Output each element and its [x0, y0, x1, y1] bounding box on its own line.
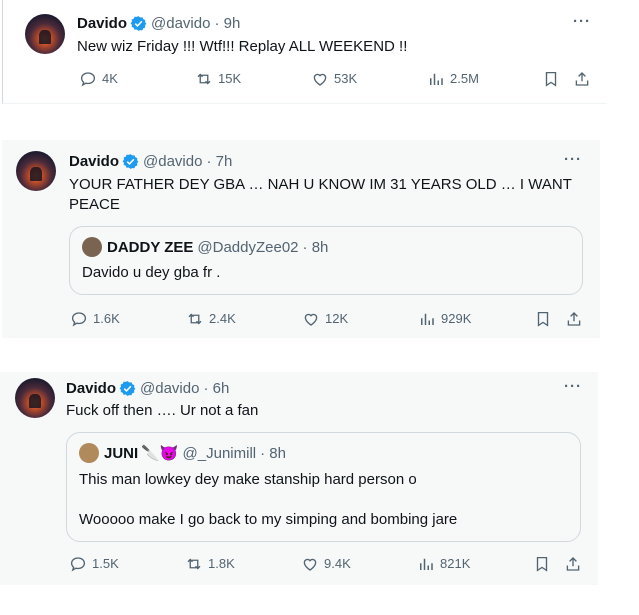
- verified-badge-icon: [122, 154, 139, 169]
- reply-button[interactable]: 1.5K: [69, 555, 119, 573]
- verified-badge-icon: [119, 381, 136, 396]
- post-time[interactable]: · 6h: [203, 380, 229, 397]
- reply-button[interactable]: 1.6K: [70, 310, 120, 328]
- quoted-post-time[interactable]: · 8h: [303, 239, 329, 256]
- views-button[interactable]: 2.5M: [427, 70, 479, 88]
- views-button[interactable]: 821K: [417, 555, 470, 573]
- quoted-text-line: This man lowkey dey make stanship hard p…: [79, 471, 417, 488]
- repost-icon: [187, 558, 201, 570]
- tweet-text-line: YOUR FATHER DEY GBA … NAH U KNOW IM 31 Y…: [69, 176, 572, 193]
- author-name[interactable]: Davido: [69, 153, 119, 170]
- author-handle[interactable]: @davido: [140, 380, 199, 397]
- reply-count: 1.5K: [92, 556, 119, 571]
- view-count: 929K: [441, 311, 472, 326]
- reply-count: 1.6K: [93, 311, 120, 326]
- quoted-tweet[interactable]: DADDY ZEE @DaddyZee02 · 8h Davido u dey …: [69, 226, 583, 295]
- author-handle[interactable]: @davido: [143, 153, 202, 170]
- tweet-card[interactable]: Davido @davido · 7h ··· YOUR FATHER DEY …: [2, 140, 600, 338]
- views-icon: [420, 558, 433, 570]
- heart-icon: [304, 313, 318, 326]
- quoted-author-handle[interactable]: @DaddyZee02: [197, 239, 298, 256]
- share-icon[interactable]: [573, 70, 591, 88]
- tweet-card[interactable]: Davido @davido · 6h ··· Fuck off then ….…: [0, 372, 598, 585]
- repost-button[interactable]: 15K: [195, 70, 241, 88]
- author-name[interactable]: Davido: [66, 380, 116, 397]
- more-options-icon[interactable]: ···: [564, 151, 582, 168]
- more-options-icon[interactable]: ···: [564, 378, 582, 395]
- share-icon[interactable]: [565, 310, 583, 328]
- like-count: 12K: [325, 311, 349, 326]
- quoted-text-line: Wooooo make I go back to my simping and …: [79, 511, 458, 528]
- post-time[interactable]: · 9h: [214, 15, 240, 32]
- quoted-author-name[interactable]: DADDY ZEE: [107, 239, 193, 256]
- repost-icon: [197, 73, 211, 85]
- verified-badge-icon: [130, 16, 147, 31]
- views-icon: [421, 313, 434, 325]
- reply-button[interactable]: 4K: [79, 70, 118, 88]
- like-button[interactable]: 53K: [311, 70, 357, 88]
- reply-icon: [70, 557, 86, 572]
- repost-button[interactable]: 1.8K: [185, 555, 235, 573]
- views-button[interactable]: 929K: [418, 310, 471, 328]
- quoted-avatar[interactable]: [79, 443, 99, 463]
- avatar[interactable]: [15, 378, 55, 418]
- quoted-post-time[interactable]: · 8h: [260, 445, 286, 462]
- repost-icon: [188, 313, 202, 325]
- author-name[interactable]: Davido: [77, 15, 127, 32]
- post-time[interactable]: · 7h: [206, 153, 232, 170]
- author-handle[interactable]: @davido: [151, 15, 210, 32]
- reply-count: 4K: [102, 71, 118, 86]
- tweet-text: New wiz Friday !!! Wtf!!! Replay ALL WEE…: [77, 38, 408, 55]
- repost-count: 1.8K: [208, 556, 235, 571]
- share-icon[interactable]: [564, 555, 582, 573]
- avatar[interactable]: [16, 151, 56, 191]
- quoted-author-name[interactable]: JUNI: [104, 445, 138, 462]
- quoted-text: Davido u dey gba fr .: [82, 264, 221, 281]
- heart-icon: [313, 73, 327, 86]
- like-count: 9.4K: [324, 556, 351, 571]
- reply-icon: [71, 312, 87, 327]
- like-count: 53K: [334, 71, 358, 86]
- like-button[interactable]: 9.4K: [301, 555, 351, 573]
- tweet-text: Fuck off then …. Ur not a fan: [66, 402, 259, 419]
- tweet-text-line: PEACE: [69, 196, 120, 213]
- avatar[interactable]: [25, 14, 65, 54]
- quoted-name-emoji: 🔪😈: [141, 445, 179, 462]
- bookmark-icon[interactable]: [542, 70, 560, 88]
- bookmark-icon[interactable]: [534, 310, 552, 328]
- view-count: 2.5M: [450, 71, 479, 86]
- view-count: 821K: [440, 556, 471, 571]
- like-button[interactable]: 12K: [302, 310, 348, 328]
- views-icon: [430, 73, 443, 85]
- tweet-card[interactable]: Davido @davido · 9h ··· New wiz Friday !…: [2, 0, 607, 104]
- quoted-author-handle[interactable]: @_Junimill: [183, 445, 257, 462]
- quoted-tweet[interactable]: JUNI 🔪😈 @_Junimill · 8h This man lowkey …: [66, 432, 581, 542]
- repost-count: 2.4K: [209, 311, 236, 326]
- more-options-icon[interactable]: ···: [573, 13, 591, 30]
- reply-icon: [80, 72, 96, 87]
- quoted-avatar[interactable]: [82, 237, 102, 257]
- bookmark-icon[interactable]: [533, 555, 551, 573]
- heart-icon: [303, 558, 317, 571]
- repost-count: 15K: [218, 71, 242, 86]
- repost-button[interactable]: 2.4K: [186, 310, 236, 328]
